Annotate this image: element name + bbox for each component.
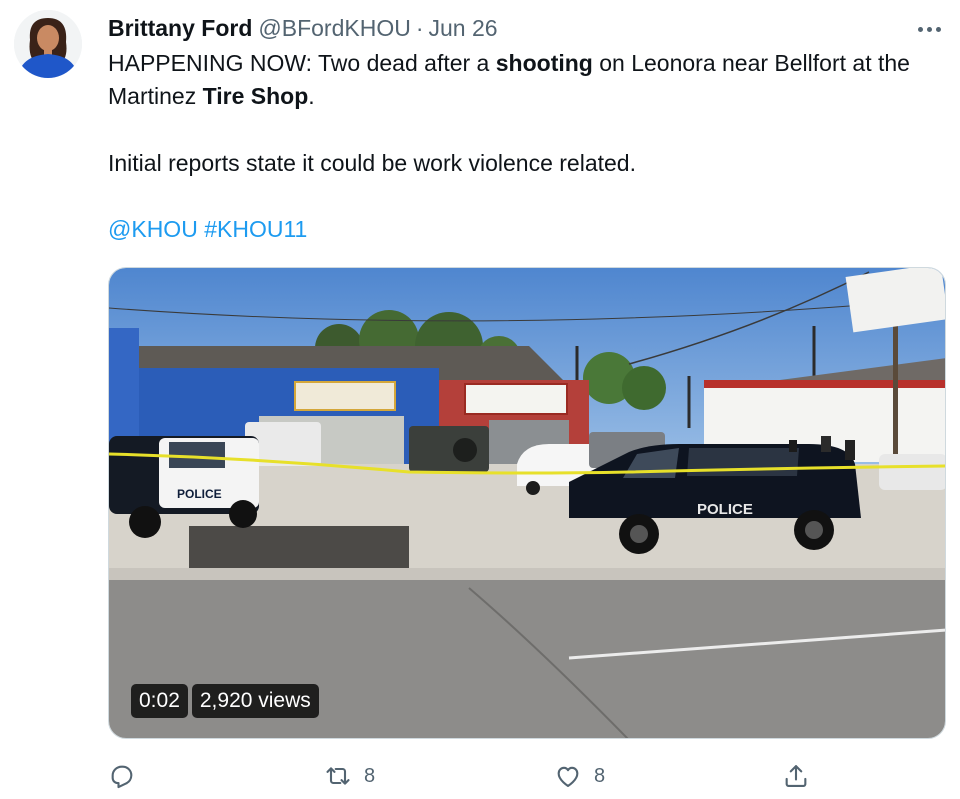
video-player[interactable]: POLICE POLICE 0:02 2,920 views (108, 267, 946, 739)
share-button[interactable] (782, 758, 810, 794)
tweet-text-bold-tire-shop: Tire Shop (202, 83, 309, 109)
video-duration: 0:02 (131, 684, 188, 718)
video-frame: POLICE POLICE (109, 268, 945, 738)
tweet-text-bold-shooting: shooting (495, 50, 593, 76)
hashtag-link[interactable]: #KHOU11 (204, 216, 307, 242)
reply-button[interactable] (108, 758, 136, 794)
author-display-name[interactable]: Brittany Ford (108, 15, 252, 42)
header-separator: · (415, 14, 424, 41)
tweet-date[interactable]: Jun 26 (429, 15, 498, 42)
share-icon (785, 765, 807, 787)
more-options-button[interactable] (914, 14, 944, 44)
right-car-police-text: POLICE (697, 501, 753, 518)
left-car-police-text: POLICE (177, 487, 222, 501)
author-handle[interactable]: @BFordKHOU (258, 15, 410, 42)
tweet-actions: 8 8 (108, 758, 828, 794)
tweet-header: Brittany Ford @BFordKHOU · Jun 26 (108, 12, 498, 44)
author-avatar[interactable] (14, 10, 82, 78)
mention-link[interactable]: @KHOU (108, 216, 198, 242)
retweet-button[interactable]: 8 (324, 758, 375, 794)
retweet-icon (326, 767, 350, 785)
retweet-count: 8 (364, 764, 376, 787)
tweet-text-part: . (308, 83, 315, 109)
more-dot-icon (926, 26, 932, 32)
heart-icon (557, 766, 579, 787)
tweet-links: @KHOU #KHOU11 (108, 213, 307, 246)
tweet-text-part: HAPPENING NOW: Two dead after a (108, 50, 496, 76)
like-count: 8 (594, 764, 606, 787)
video-stats-overlay: 0:02 2,920 views (131, 684, 323, 718)
more-dot-icon (935, 26, 941, 32)
tweet-text-paragraph-1: HAPPENING NOW: Two dead after a shooting… (108, 47, 938, 113)
avatar-image (14, 10, 82, 78)
reply-icon (111, 765, 133, 789)
more-dot-icon (917, 26, 923, 32)
tweet-text-paragraph-2: Initial reports state it could be work v… (108, 150, 636, 176)
like-button[interactable]: 8 (554, 758, 605, 794)
video-views: 2,920 views (191, 684, 319, 718)
